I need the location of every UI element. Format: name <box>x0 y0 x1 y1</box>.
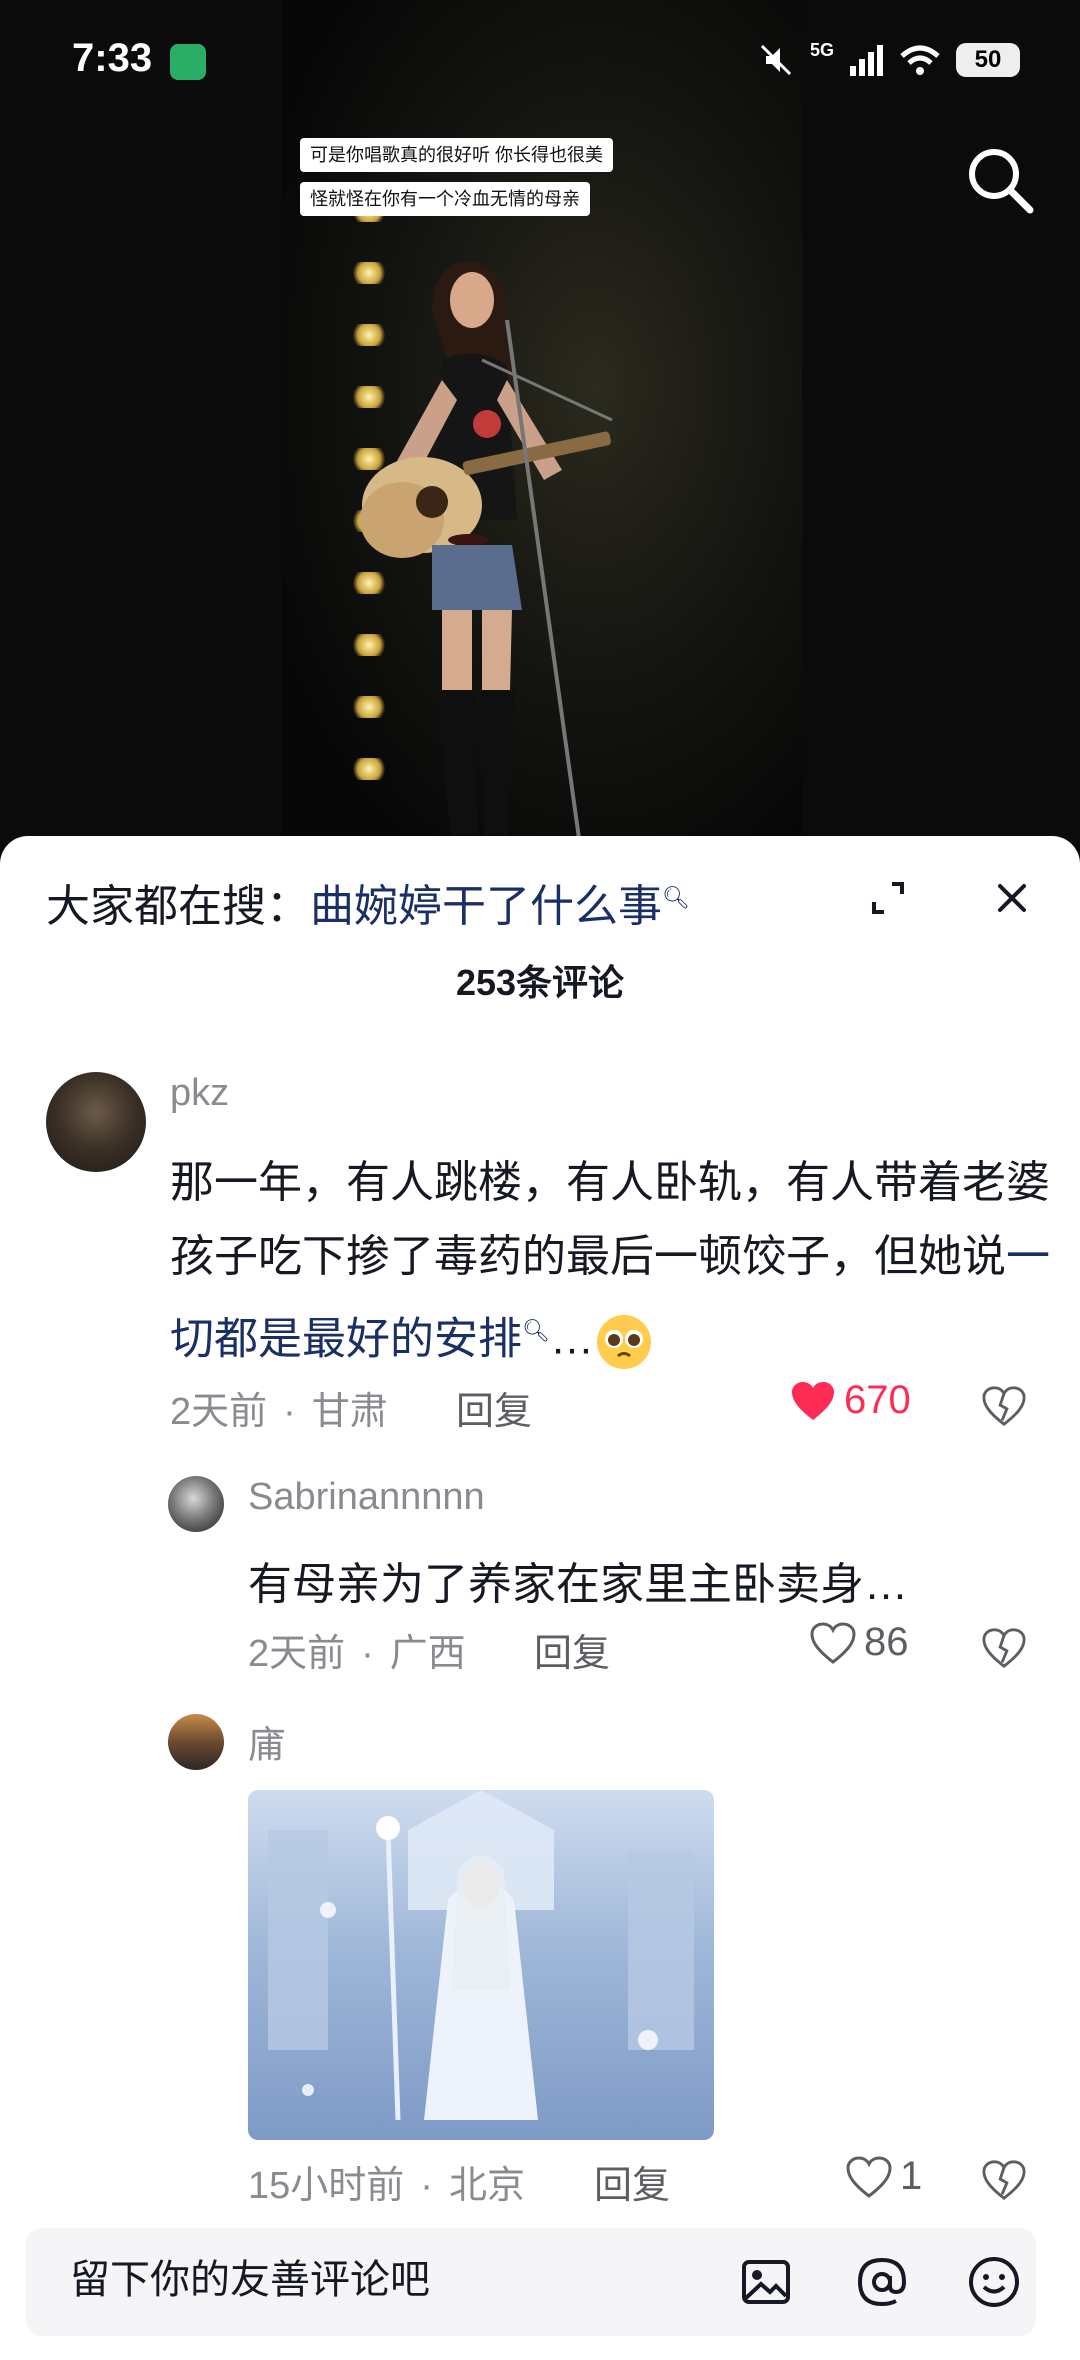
status-time: 7:33 <box>72 36 153 80</box>
close-icon[interactable] <box>990 876 1034 920</box>
image-icon[interactable] <box>736 2252 796 2312</box>
video-frame <box>282 0 802 860</box>
dislike-icon[interactable] <box>982 1626 1026 1670</box>
mute-icon <box>760 44 792 76</box>
status-icons: 5G 50 <box>756 40 1020 80</box>
reply-button[interactable]: 回复 <box>534 1622 610 1677</box>
comment-count: 253条评论 <box>455 962 625 1003</box>
search-icon: 🔍︎ <box>522 1318 550 1343</box>
hot-search-banner[interactable]: 大家都在搜：曲婉婷干了什么事🔍︎ <box>46 870 690 934</box>
comment-username[interactable]: pkz <box>170 1072 229 1115</box>
hot-search-keyword[interactable]: 曲婉婷干了什么事 <box>310 882 662 931</box>
comment-meta: 2天前 · 甘肃 <box>170 1391 388 1433</box>
mention-icon[interactable] <box>852 2252 912 2312</box>
comment-time: 2天前 <box>170 1391 268 1433</box>
comment-sticker-image[interactable] <box>248 1790 714 2140</box>
emoji-icon[interactable] <box>964 2252 1024 2312</box>
search-icon[interactable] <box>960 140 1040 220</box>
video-caption-line-2: 怪就怪在你有一个冷血无情的母亲 <box>300 182 590 216</box>
comment-input-bar <box>0 2220 1080 2360</box>
network-label: 5G <box>809 40 834 60</box>
like-button[interactable]: 86 <box>810 1620 909 1665</box>
hot-search-prefix: 大家都在搜： <box>46 882 310 931</box>
search-icon: 🔍︎ <box>662 885 690 911</box>
comment-meta: 2天前 · 广西 <box>248 1633 466 1675</box>
comment-text-main: 那一年，有人跳楼，有人卧轨，有人带着老婆孩子吃下掺了毒药的最后一顿饺子，但她说 <box>170 1158 1050 1281</box>
dislike-icon[interactable] <box>982 1384 1026 1428</box>
heart-filled-icon <box>792 1381 834 1420</box>
singer-figure <box>360 261 613 860</box>
status-bar: 7:33 5G 50 <box>0 0 1080 120</box>
avatar[interactable] <box>168 1476 224 1532</box>
comment-location: 甘肃 <box>311 1391 388 1433</box>
comment-input-container[interactable] <box>26 2228 1036 2336</box>
pleading-face-emoji-icon <box>596 1315 651 1370</box>
comment-time: 15小时前 <box>248 2165 405 2207</box>
comment-username[interactable]: Sabrinannnnn <box>248 1476 485 1519</box>
comment-meta: 15小时前 · 北京 <box>248 2165 525 2207</box>
dislike-icon[interactable] <box>982 2158 1026 2202</box>
like-count: 1 <box>900 2154 923 2198</box>
comment-text: 有母亲为了养家在家里主卧卖身… <box>248 1560 908 1609</box>
comment-username[interactable]: 庯 <box>248 1714 286 1769</box>
like-button[interactable]: 1 <box>846 2154 922 2199</box>
comment-text-tail: … <box>549 1314 594 1364</box>
like-count: 86 <box>864 1620 909 1664</box>
expand-icon[interactable] <box>866 876 910 920</box>
video-player[interactable]: 可是你唱歌真的很好听 你长得也很美 怪就怪在你有一个冷血无情的母亲 7:33 5… <box>0 0 1080 860</box>
heart-outline-icon <box>810 1621 856 1664</box>
wifi-icon <box>900 45 940 75</box>
comment-location: 广西 <box>389 1633 466 1675</box>
like-count: 670 <box>844 1378 911 1422</box>
reply-button[interactable]: 回复 <box>594 2154 670 2209</box>
comment-sheet: 大家都在搜：曲婉婷干了什么事🔍︎ 253条评论 pkz 那一年，有人跳楼，有人卧… <box>0 836 1080 2360</box>
avatar[interactable] <box>168 1714 224 1770</box>
comment-time: 2天前 <box>248 1633 346 1675</box>
signal-icon <box>850 45 883 76</box>
battery-indicator: 50 <box>956 43 1020 77</box>
wechat-notification-icon <box>170 44 206 80</box>
comment-text: 那一年，有人跳楼，有人卧轨，有人带着老婆孩子吃下掺了毒药的最后一顿饺子，但她说一… <box>170 1146 1050 1377</box>
avatar[interactable] <box>46 1072 146 1172</box>
comment-input[interactable] <box>70 2258 690 2303</box>
heart-outline-icon <box>846 2155 892 2198</box>
ice-queen-illustration <box>268 1790 694 2121</box>
like-button[interactable]: 670 <box>790 1378 911 1423</box>
comment-location: 北京 <box>448 2165 525 2207</box>
reply-button[interactable]: 回复 <box>456 1380 532 1435</box>
video-caption-line-1: 可是你唱歌真的很好听 你长得也很美 <box>300 138 613 172</box>
